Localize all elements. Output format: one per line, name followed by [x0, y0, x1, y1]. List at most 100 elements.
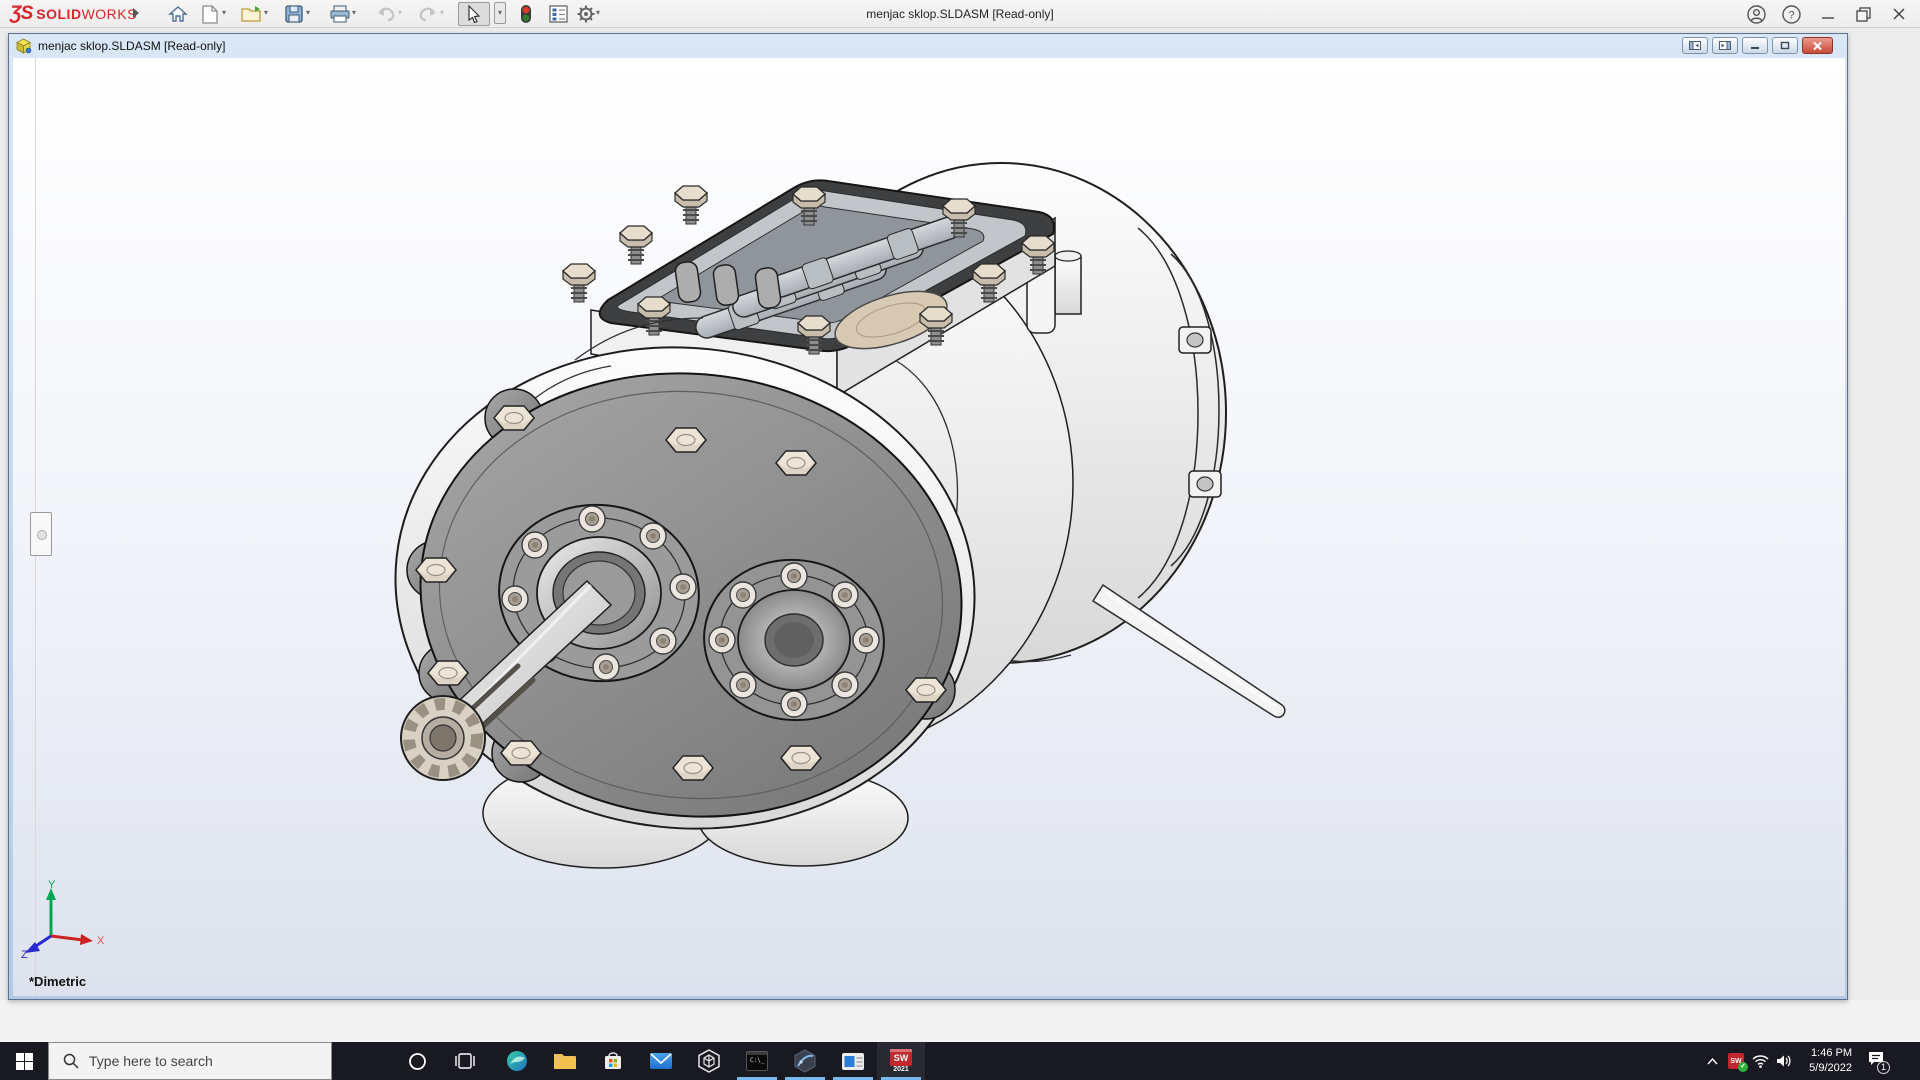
document-close-icon: [1812, 41, 1823, 51]
chevron-up-icon: [1707, 1058, 1718, 1065]
save-button[interactable]: [280, 2, 308, 26]
tray-solidworks-monitor[interactable]: SW✓: [1724, 1042, 1748, 1080]
account-button[interactable]: [1741, 0, 1771, 28]
gear-icon: [576, 4, 596, 24]
taskbar-mail[interactable]: [637, 1042, 685, 1080]
solidworks-taskbar-icon: SW: [890, 1049, 912, 1066]
taskbar-blue-window-app[interactable]: [829, 1042, 877, 1080]
taskbar-edrawings[interactable]: [781, 1042, 829, 1080]
pane-toggle-left-button[interactable]: [1682, 37, 1708, 54]
user-account-icon: [1747, 5, 1766, 24]
document-title: menjac sklop.SLDASM [Read-only]: [38, 39, 225, 53]
notification-count-badge: 1: [1877, 1061, 1890, 1074]
save-icon: [285, 5, 303, 23]
task-view-button[interactable]: [441, 1042, 489, 1080]
task-view-icon: [455, 1053, 475, 1069]
redo-icon: [418, 6, 438, 22]
svg-text:?: ?: [1788, 9, 1794, 21]
microsoft-store-icon: [602, 1050, 624, 1072]
clock-date: 5/9/2022: [1790, 1061, 1852, 1076]
select-tool-button[interactable]: [458, 2, 490, 26]
print-icon: [330, 5, 350, 23]
close-button[interactable]: [1884, 0, 1914, 28]
minimize-button[interactable]: [1813, 0, 1843, 28]
tray-clock[interactable]: 1:46 PM 5/9/2022: [1790, 1046, 1852, 1076]
windows-taskbar: C:\_ SW 2021 SW✓ 1:46 PM 5/9/2022 1: [0, 1042, 1920, 1080]
blue-window-app-icon: [841, 1052, 865, 1071]
taskbar-file-explorer[interactable]: [541, 1042, 589, 1080]
triad-x-label: X: [97, 935, 105, 947]
close-icon: [1892, 7, 1906, 21]
taskbar-search[interactable]: [48, 1042, 332, 1080]
home-icon: [168, 5, 188, 23]
evaluate-button[interactable]: [544, 2, 572, 26]
clock-time: 1:46 PM: [1790, 1046, 1852, 1061]
cmd-prompt-text: C:\_: [750, 1057, 764, 1064]
graphics-area[interactable]: Y X Z *Dimetric: [13, 58, 1845, 996]
taskbar-command-prompt[interactable]: C:\_: [733, 1042, 781, 1080]
taskbar-edge[interactable]: [493, 1042, 541, 1080]
document-close-button[interactable]: [1802, 37, 1833, 54]
check-icon: ✓: [1738, 1062, 1748, 1072]
redo-button[interactable]: [414, 2, 442, 26]
save-dropdown[interactable]: ▾: [306, 9, 314, 17]
solidworks-tray-icon: SW✓: [1728, 1053, 1744, 1069]
taskbar-solidworks[interactable]: SW 2021: [877, 1042, 925, 1080]
restore-icon: [1856, 7, 1871, 22]
solidworks-logo: ƷSSOLIDWORKS: [10, 3, 137, 25]
pane-toggle-right-button[interactable]: [1712, 37, 1738, 54]
windows-start-icon: [16, 1053, 33, 1070]
pane-left-icon: [1689, 41, 1701, 50]
print-dropdown[interactable]: ▾: [352, 9, 360, 17]
status-bar-area: [0, 1000, 1920, 1042]
restore-button[interactable]: [1848, 0, 1878, 28]
redo-dropdown: ▾: [440, 9, 448, 17]
document-minimize-icon: [1750, 41, 1760, 50]
new-document-button[interactable]: [196, 2, 224, 26]
file-explorer-icon: [553, 1051, 577, 1071]
display-states-button[interactable]: [512, 2, 540, 26]
tray-network[interactable]: [1748, 1042, 1772, 1080]
view-orientation-label: *Dimetric: [29, 974, 86, 989]
undo-dropdown: ▾: [398, 9, 406, 17]
triad-z-label: Z: [21, 949, 28, 958]
help-button[interactable]: ?: [1776, 0, 1806, 28]
document-restore-button[interactable]: [1772, 37, 1798, 54]
open-dropdown[interactable]: ▾: [264, 9, 272, 17]
options-dropdown[interactable]: ▾: [596, 9, 604, 17]
solidworks-year-label: 2021: [893, 1066, 909, 1073]
new-document-dropdown[interactable]: ▾: [222, 9, 230, 17]
open-button[interactable]: [238, 2, 266, 26]
cortana-button[interactable]: [393, 1042, 441, 1080]
document-minimize-button[interactable]: [1742, 37, 1768, 54]
pane-right-icon: [1719, 41, 1731, 50]
wifi-icon: [1752, 1055, 1769, 1068]
document-titlebar[interactable]: menjac sklop.SLDASM [Read-only]: [9, 34, 1847, 58]
taskbar-3d-viewer[interactable]: [685, 1042, 733, 1080]
search-input[interactable]: [89, 1053, 309, 1069]
open-folder-icon: [241, 5, 263, 23]
new-document-icon: [202, 5, 218, 24]
3d-viewer-icon: [697, 1049, 721, 1073]
notification-center-button[interactable]: 1: [1856, 1042, 1896, 1080]
assembly-document-icon: [15, 38, 32, 54]
taskbar-store[interactable]: [589, 1042, 637, 1080]
home-button[interactable]: [164, 2, 192, 26]
reference-triad: Y X Z: [21, 880, 113, 958]
undo-button[interactable]: [372, 2, 400, 26]
feature-panel-handle[interactable]: [30, 512, 52, 556]
select-tool-dropdown[interactable]: ▾: [494, 2, 506, 24]
search-icon: [63, 1053, 79, 1069]
list-properties-icon: [549, 5, 568, 23]
print-button[interactable]: [326, 2, 354, 26]
start-button[interactable]: [0, 1042, 48, 1080]
edrawings-hexagon-icon: [793, 1049, 817, 1073]
select-cursor-icon: [467, 5, 481, 23]
tray-expand-button[interactable]: [1700, 1042, 1724, 1080]
document-window: menjac sklop.SLDASM [Read-only]: [8, 33, 1848, 1000]
triad-y-label: Y: [48, 880, 56, 891]
edge-icon: [505, 1049, 529, 1073]
mail-icon: [649, 1052, 673, 1070]
main-titlebar: ƷSSOLIDWORKS ▾ ▾ ▾ ▾ ▾ ▾ ▾ ▾ menjac sklo…: [0, 0, 1920, 28]
menu-flyout-arrow[interactable]: [133, 8, 139, 18]
